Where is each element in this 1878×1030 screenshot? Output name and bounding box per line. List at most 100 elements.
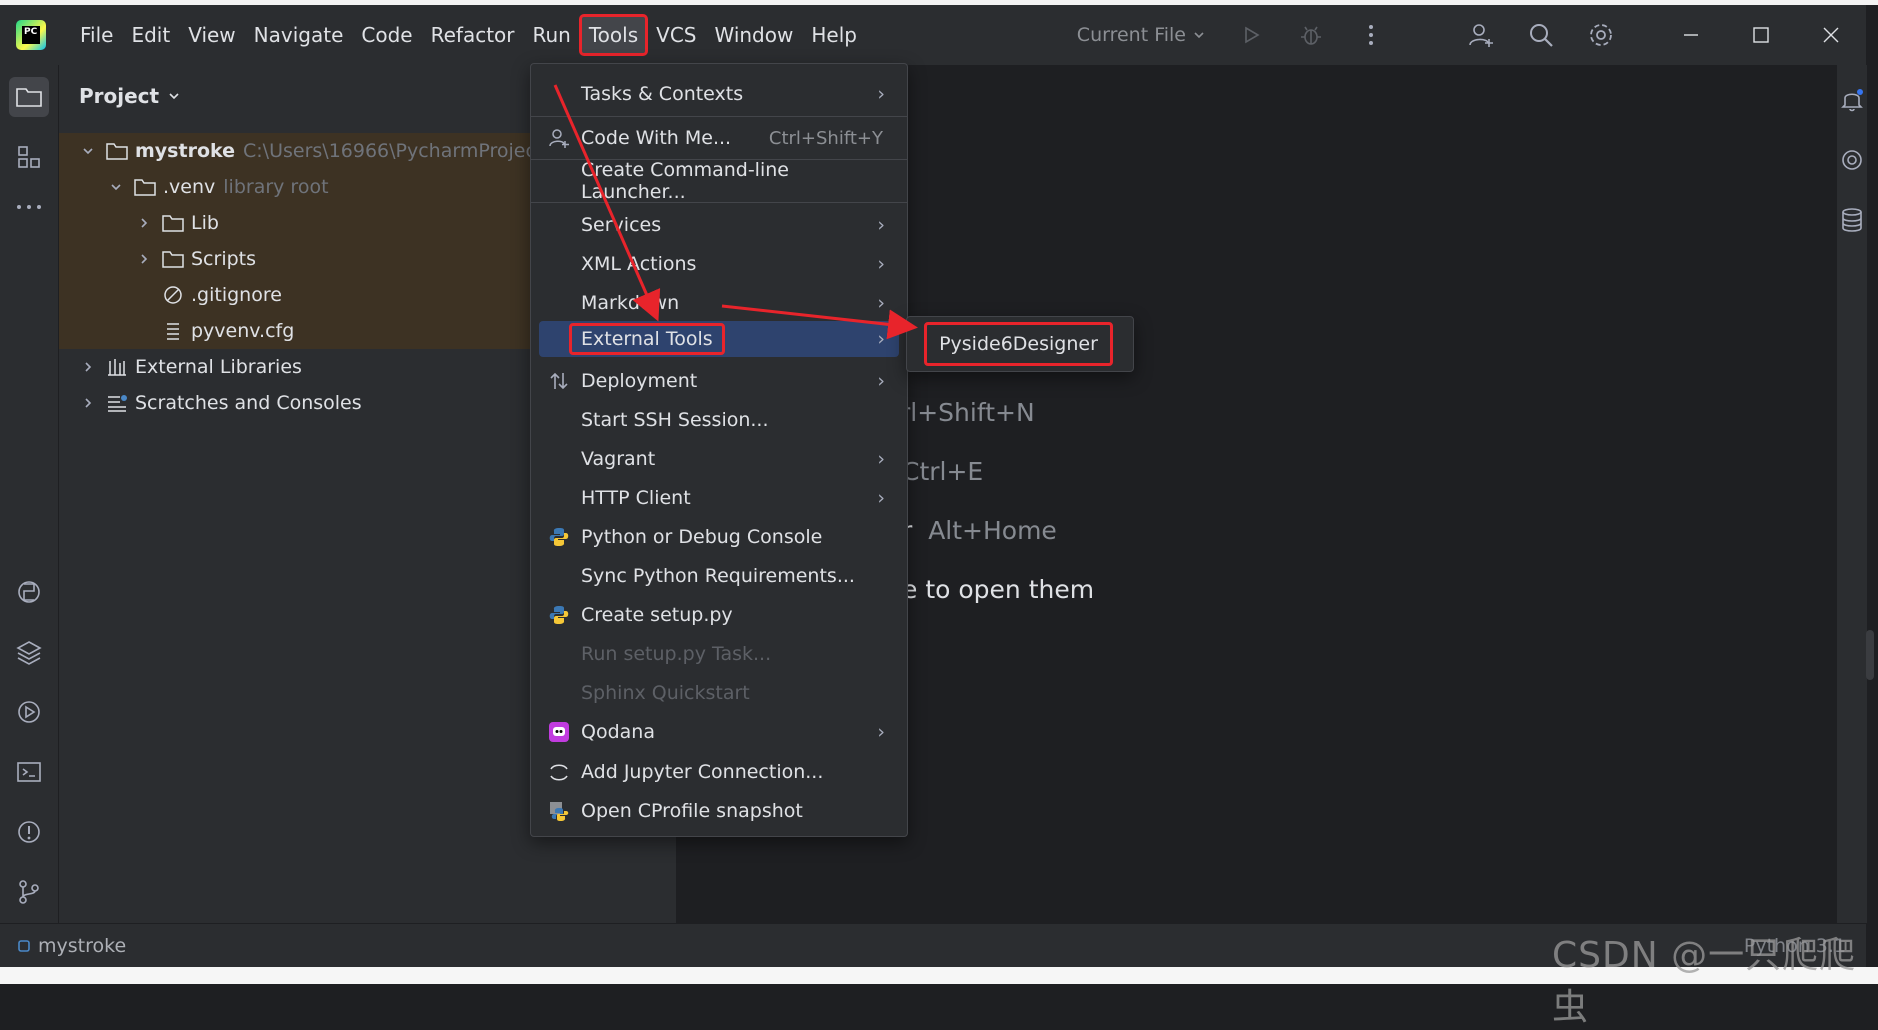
tree-node-label: mystroke: [135, 140, 236, 162]
more-horizontal-icon: [17, 205, 41, 209]
text-file-icon: [161, 321, 185, 341]
menu-item-external-tools[interactable]: External Tools ›: [539, 321, 899, 357]
tree-node-detail: library root: [223, 176, 329, 198]
chevron-right-icon: ›: [877, 253, 885, 275]
menu-item-run-setup-py-task: Run setup.py Task...: [539, 636, 899, 672]
settings-gear-icon[interactable]: [1586, 20, 1616, 50]
watermark: CSDN @一只爬爬虫: [1552, 935, 1857, 1028]
run-configuration-selector[interactable]: Current File: [1077, 24, 1206, 46]
menu-item-markdown[interactable]: Markdown ›: [539, 285, 899, 321]
menu-tools[interactable]: Tools: [578, 14, 649, 56]
menu-item-vagrant[interactable]: Vagrant ›: [539, 441, 899, 477]
menu-run[interactable]: Run: [525, 16, 579, 54]
git-tool-button[interactable]: [9, 872, 49, 912]
tree-node-label: .venv: [163, 176, 216, 198]
menu-item-code-with-me[interactable]: Code With Me... Ctrl+Shift+Y: [539, 120, 899, 156]
menu-code[interactable]: Code: [353, 16, 420, 54]
minimize-window-button[interactable]: [1656, 5, 1726, 65]
editor-scrollbar[interactable]: [1866, 630, 1874, 680]
menu-item-xml-actions[interactable]: XML Actions ›: [539, 246, 899, 282]
chevron-right-icon: ›: [877, 721, 885, 743]
project-tool-button[interactable]: [9, 77, 49, 117]
menu-view[interactable]: View: [180, 16, 243, 54]
chevron-right-icon: ›: [877, 214, 885, 236]
code-with-me-icon[interactable]: [1466, 20, 1496, 50]
menu-navigate[interactable]: Navigate: [246, 16, 352, 54]
terminal-icon: [17, 762, 41, 782]
menu-refactor[interactable]: Refactor: [423, 16, 523, 54]
folder-icon: [133, 177, 157, 197]
chevron-right-icon: ›: [877, 487, 885, 509]
folder-icon: [16, 88, 42, 107]
chevron-right-icon: ›: [877, 370, 885, 392]
chevron-right-icon[interactable]: [135, 252, 153, 266]
menu-item-services[interactable]: Services ›: [539, 207, 899, 243]
cprofile-snapshot-icon: [547, 799, 571, 823]
menu-item-label: Create Command-line Launcher...: [581, 159, 789, 203]
close-window-button[interactable]: [1796, 5, 1866, 65]
search-icon[interactable]: [1526, 20, 1556, 50]
menu-item-add-jupyter-connection[interactable]: Add Jupyter Connection...: [539, 754, 899, 790]
chevron-right-icon[interactable]: [79, 396, 97, 410]
module-icon: [18, 940, 30, 952]
python-packages-tool-button[interactable]: [9, 572, 49, 612]
debug-icon[interactable]: [1296, 20, 1326, 50]
menu-item-sync-python-requirements[interactable]: Sync Python Requirements...: [539, 558, 899, 594]
menu-item-qodana[interactable]: Qodana ›: [539, 714, 899, 750]
hint-recent-files: Ctrl+E: [902, 457, 984, 486]
chevron-right-icon[interactable]: [79, 360, 97, 374]
git-branch-icon: [19, 880, 39, 904]
database-icon: [1842, 208, 1862, 232]
menu-item-open-cprofile-snapshot[interactable]: Open CProfile snapshot: [539, 793, 899, 829]
notifications-button[interactable]: [1837, 80, 1867, 120]
more-actions-icon[interactable]: [1356, 20, 1386, 50]
menu-edit[interactable]: Edit: [123, 16, 178, 54]
tree-node-label: Scratches and Consoles: [135, 392, 362, 414]
layers-tool-button[interactable]: [9, 632, 49, 672]
terminal-tool-button[interactable]: [9, 752, 49, 792]
menu-item-python-debug-console[interactable]: Python or Debug Console: [539, 519, 899, 555]
menu-item-label: Add Jupyter Connection...: [581, 761, 824, 783]
right-tool-window-stripe: [1836, 65, 1867, 923]
status-project-breadcrumb[interactable]: mystroke: [18, 935, 126, 957]
menu-item-create-command-line-launcher[interactable]: Create Command-line Launcher...: [539, 159, 899, 203]
database-button[interactable]: [1837, 200, 1867, 240]
problems-warning-icon: [18, 821, 40, 843]
more-tool-windows-button[interactable]: [9, 187, 49, 227]
ai-assistant-icon: [1842, 150, 1862, 170]
tree-node-path: C:\Users\16966\PycharmProjects\m: [243, 140, 579, 162]
menu-item-create-setup-py[interactable]: Create setup.py: [539, 597, 899, 633]
folder-icon: [161, 249, 185, 269]
status-project-name: mystroke: [38, 935, 127, 957]
left-tool-window-stripe: [0, 65, 59, 923]
menu-item-label: Sync Python Requirements...: [581, 565, 855, 587]
menu-item-http-client[interactable]: HTTP Client ›: [539, 480, 899, 516]
run-icon[interactable]: [1236, 20, 1266, 50]
chevron-down-icon: [1194, 32, 1204, 39]
chevron-down-icon: [169, 93, 179, 100]
services-tool-button[interactable]: [9, 692, 49, 732]
problems-tool-button[interactable]: [9, 812, 49, 852]
menu-separator: [531, 116, 907, 117]
menu-item-deployment[interactable]: Deployment ›: [539, 363, 899, 399]
chevron-right-icon[interactable]: [135, 216, 153, 230]
menu-item-tasks-contexts[interactable]: Tasks & Contexts ›: [539, 76, 899, 112]
maximize-window-button[interactable]: [1726, 5, 1796, 65]
pycharm-logo-icon[interactable]: PC: [16, 20, 46, 50]
menu-item-label: Code With Me...: [581, 127, 732, 149]
ai-assistant-button[interactable]: [1837, 140, 1867, 180]
tree-node-label: Scripts: [191, 248, 257, 270]
hint-navigation-bar-shortcut: Alt+Home: [928, 516, 1057, 545]
menu-window[interactable]: Window: [706, 16, 801, 54]
chevron-right-icon: ›: [877, 328, 885, 350]
menu-help[interactable]: Help: [803, 16, 865, 54]
menu-item-start-ssh-session[interactable]: Start SSH Session...: [539, 402, 899, 438]
structure-tool-button[interactable]: [9, 137, 49, 177]
main-menu-bar: File Edit View Navigate Code Refactor Ru…: [72, 5, 867, 65]
menu-item-pyside6designer[interactable]: Pyside6Designer: [924, 322, 1113, 366]
menu-file[interactable]: File: [72, 16, 121, 54]
code-with-me-icon: [547, 126, 571, 150]
chevron-down-icon[interactable]: [79, 144, 97, 158]
chevron-down-icon[interactable]: [107, 180, 125, 194]
menu-vcs[interactable]: VCS: [648, 16, 704, 54]
